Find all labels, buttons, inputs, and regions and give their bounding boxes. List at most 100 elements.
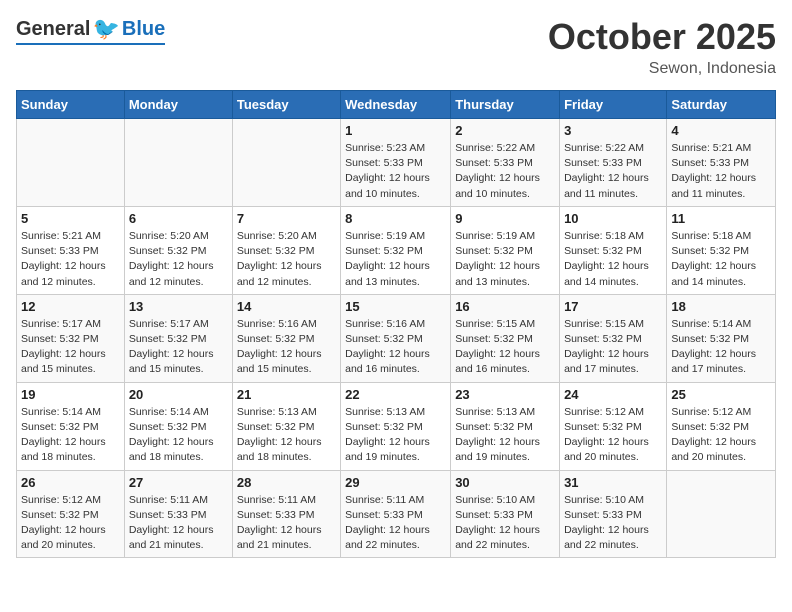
calendar-week-1: 1 Sunrise: 5:23 AM Sunset: 5:33 PM Daylig… — [17, 119, 776, 207]
location-title: Sewon, Indonesia — [548, 60, 776, 78]
day-info: Sunrise: 5:22 AM Sunset: 5:33 PM Dayligh… — [564, 141, 662, 202]
day-number: 20 — [129, 387, 228, 402]
day-info: Sunrise: 5:13 AM Sunset: 5:32 PM Dayligh… — [237, 405, 336, 466]
calendar-cell: 3Sunrise: 5:22 AM Sunset: 5:33 PM Daylig… — [560, 119, 667, 207]
calendar-cell: 15 Sunrise: 5:16 AM Sunset: 5:32 PM Dayli… — [341, 294, 451, 382]
month-title: October 2025 — [548, 16, 776, 58]
calendar-cell — [667, 470, 776, 558]
calendar-cell: 29Sunrise: 5:11 AM Sunset: 5:33 PM Dayli… — [341, 470, 451, 558]
calendar-cell: 2Sunrise: 5:22 AM Sunset: 5:33 PM Daylig… — [451, 119, 560, 207]
day-info: Sunrise: 5:15 AM Sunset: 5:32 PM Dayligh… — [564, 317, 662, 378]
calendar-week-5: 26 Sunrise: 5:12 AM Sunset: 5:32 PM Dayli… — [17, 470, 776, 558]
day-number: 8 — [345, 211, 446, 226]
day-number: 26 — [21, 475, 120, 490]
day-number: 25 — [671, 387, 771, 402]
day-number: 21 — [237, 387, 336, 402]
weekday-header-tuesday: Tuesday — [232, 91, 340, 119]
day-number: 24 — [564, 387, 662, 402]
calendar-cell — [232, 119, 340, 207]
calendar-cell: 26 Sunrise: 5:12 AM Sunset: 5:32 PM Dayli… — [17, 470, 125, 558]
day-number: 10 — [564, 211, 662, 226]
day-info: Sunrise: 5:20 AM Sunset: 5:32 PM Dayligh… — [237, 229, 336, 290]
day-number: 22 — [345, 387, 446, 402]
calendar-cell: 30 Sunrise: 5:10 AM Sunset: 5:33 PM Dayli… — [451, 470, 560, 558]
day-number: 9 — [455, 211, 555, 226]
day-info: Sunrise: 5:10 AM Sunset: 5:33 PM Dayligh… — [455, 493, 555, 554]
weekday-header-saturday: Saturday — [667, 91, 776, 119]
calendar-body: 1 Sunrise: 5:23 AM Sunset: 5:33 PM Daylig… — [17, 119, 776, 558]
calendar-cell: 28 Sunrise: 5:11 AM Sunset: 5:33 PM Dayli… — [232, 470, 340, 558]
day-number: 30 — [455, 475, 555, 490]
day-info: Sunrise: 5:10 AM Sunset: 5:33 PM Dayligh… — [564, 493, 662, 554]
day-info: Sunrise: 5:22 AM Sunset: 5:33 PM Dayligh… — [455, 141, 555, 202]
calendar-cell: 27Sunrise: 5:11 AM Sunset: 5:33 PM Dayli… — [124, 470, 232, 558]
day-info: Sunrise: 5:11 AM Sunset: 5:33 PM Dayligh… — [129, 493, 228, 554]
day-number: 28 — [237, 475, 336, 490]
weekday-header-row: SundayMondayTuesdayWednesdayThursdayFrid… — [17, 91, 776, 119]
calendar-table: SundayMondayTuesdayWednesdayThursdayFrid… — [16, 90, 776, 558]
day-number: 4 — [671, 123, 771, 138]
calendar-cell: 23 Sunrise: 5:13 AM Sunset: 5:32 PM Dayli… — [451, 382, 560, 470]
day-info: Sunrise: 5:19 AM Sunset: 5:32 PM Dayligh… — [345, 229, 446, 290]
logo-bird-icon: 🐦 — [92, 16, 119, 42]
day-info: Sunrise: 5:14 AM Sunset: 5:32 PM Dayligh… — [129, 405, 228, 466]
calendar-cell: 22Sunrise: 5:13 AM Sunset: 5:32 PM Dayli… — [341, 382, 451, 470]
day-info: Sunrise: 5:21 AM Sunset: 5:33 PM Dayligh… — [21, 229, 120, 290]
day-info: Sunrise: 5:18 AM Sunset: 5:32 PM Dayligh… — [671, 229, 771, 290]
day-number: 23 — [455, 387, 555, 402]
calendar-cell: 13Sunrise: 5:17 AM Sunset: 5:32 PM Dayli… — [124, 294, 232, 382]
calendar-cell — [124, 119, 232, 207]
calendar-cell: 4 Sunrise: 5:21 AM Sunset: 5:33 PM Daylig… — [667, 119, 776, 207]
title-area: October 2025 Sewon, Indonesia — [548, 16, 776, 78]
day-info: Sunrise: 5:14 AM Sunset: 5:32 PM Dayligh… — [21, 405, 120, 466]
day-info: Sunrise: 5:11 AM Sunset: 5:33 PM Dayligh… — [237, 493, 336, 554]
logo-blue: Blue — [122, 18, 165, 41]
calendar-cell: 1 Sunrise: 5:23 AM Sunset: 5:33 PM Daylig… — [341, 119, 451, 207]
calendar-cell: 16Sunrise: 5:15 AM Sunset: 5:32 PM Dayli… — [451, 294, 560, 382]
weekday-header-friday: Friday — [560, 91, 667, 119]
day-info: Sunrise: 5:19 AM Sunset: 5:32 PM Dayligh… — [455, 229, 555, 290]
day-number: 14 — [237, 299, 336, 314]
calendar-cell — [17, 119, 125, 207]
weekday-header-monday: Monday — [124, 91, 232, 119]
day-number: 31 — [564, 475, 662, 490]
calendar-cell: 5 Sunrise: 5:21 AM Sunset: 5:33 PM Daylig… — [17, 206, 125, 294]
day-number: 17 — [564, 299, 662, 314]
calendar-cell: 10Sunrise: 5:18 AM Sunset: 5:32 PM Dayli… — [560, 206, 667, 294]
calendar-cell: 6 Sunrise: 5:20 AM Sunset: 5:32 PM Daylig… — [124, 206, 232, 294]
calendar-cell: 18 Sunrise: 5:14 AM Sunset: 5:32 PM Dayli… — [667, 294, 776, 382]
day-number: 13 — [129, 299, 228, 314]
calendar-cell: 21 Sunrise: 5:13 AM Sunset: 5:32 PM Dayli… — [232, 382, 340, 470]
day-info: Sunrise: 5:12 AM Sunset: 5:32 PM Dayligh… — [671, 405, 771, 466]
day-info: Sunrise: 5:12 AM Sunset: 5:32 PM Dayligh… — [564, 405, 662, 466]
weekday-header-wednesday: Wednesday — [341, 91, 451, 119]
calendar-cell: 12Sunrise: 5:17 AM Sunset: 5:32 PM Dayli… — [17, 294, 125, 382]
day-number: 5 — [21, 211, 120, 226]
day-info: Sunrise: 5:13 AM Sunset: 5:32 PM Dayligh… — [455, 405, 555, 466]
calendar-cell: 31 Sunrise: 5:10 AM Sunset: 5:33 PM Dayli… — [560, 470, 667, 558]
logo: General 🐦 Blue — [16, 16, 165, 45]
calendar-cell: 7Sunrise: 5:20 AM Sunset: 5:32 PM Daylig… — [232, 206, 340, 294]
day-number: 18 — [671, 299, 771, 314]
day-number: 16 — [455, 299, 555, 314]
day-info: Sunrise: 5:12 AM Sunset: 5:32 PM Dayligh… — [21, 493, 120, 554]
calendar-cell: 14 Sunrise: 5:16 AM Sunset: 5:32 PM Dayli… — [232, 294, 340, 382]
logo-general: General — [16, 18, 90, 41]
calendar-cell: 9 Sunrise: 5:19 AM Sunset: 5:32 PM Daylig… — [451, 206, 560, 294]
day-info: Sunrise: 5:17 AM Sunset: 5:32 PM Dayligh… — [21, 317, 120, 378]
day-number: 6 — [129, 211, 228, 226]
day-info: Sunrise: 5:23 AM Sunset: 5:33 PM Dayligh… — [345, 141, 446, 202]
calendar-cell: 20 Sunrise: 5:14 AM Sunset: 5:32 PM Dayli… — [124, 382, 232, 470]
day-info: Sunrise: 5:21 AM Sunset: 5:33 PM Dayligh… — [671, 141, 771, 202]
day-info: Sunrise: 5:20 AM Sunset: 5:32 PM Dayligh… — [129, 229, 228, 290]
weekday-header-sunday: Sunday — [17, 91, 125, 119]
day-info: Sunrise: 5:16 AM Sunset: 5:32 PM Dayligh… — [345, 317, 446, 378]
day-info: Sunrise: 5:16 AM Sunset: 5:32 PM Dayligh… — [237, 317, 336, 378]
page-header: General 🐦 Blue October 2025 Sewon, Indon… — [16, 16, 776, 78]
calendar-cell: 25 Sunrise: 5:12 AM Sunset: 5:32 PM Dayli… — [667, 382, 776, 470]
day-number: 15 — [345, 299, 446, 314]
day-number: 1 — [345, 123, 446, 138]
calendar-cell: 24 Sunrise: 5:12 AM Sunset: 5:32 PM Dayli… — [560, 382, 667, 470]
day-info: Sunrise: 5:14 AM Sunset: 5:32 PM Dayligh… — [671, 317, 771, 378]
calendar-week-3: 12Sunrise: 5:17 AM Sunset: 5:32 PM Dayli… — [17, 294, 776, 382]
